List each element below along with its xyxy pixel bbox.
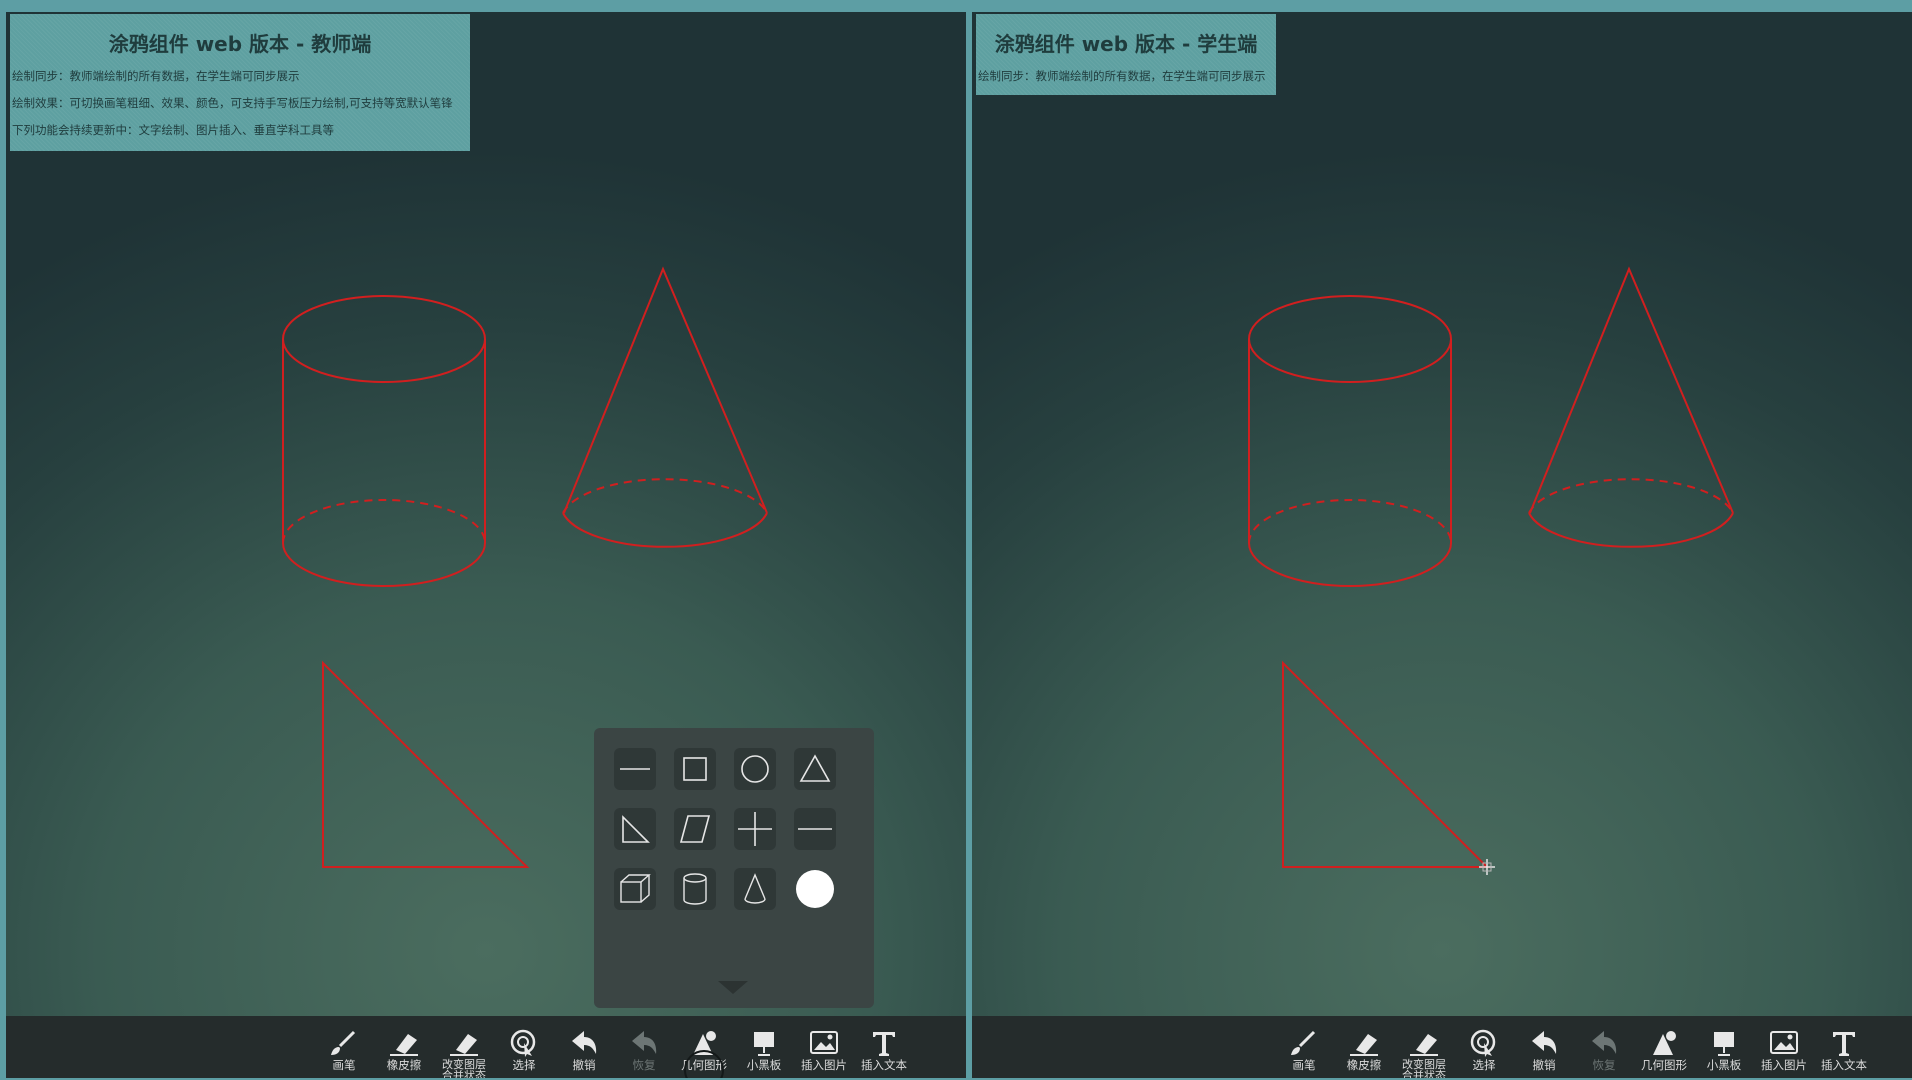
redo-icon [632, 1031, 657, 1054]
student-tool-text[interactable]: 插入文本 [1814, 1028, 1874, 1072]
drawn-right-triangle [322, 660, 530, 868]
shape-parallelogram-button[interactable] [674, 808, 716, 850]
teacher-tool-brush[interactable]: 画笔 [314, 1028, 374, 1072]
teacher-tool-layer-eraser[interactable]: 改变图层 合并状态 [434, 1028, 494, 1078]
tool-label: 小黑板 [1706, 1058, 1742, 1072]
shape-triangle-button[interactable] [794, 748, 836, 790]
shape-sphere-button[interactable] [794, 868, 836, 910]
shape-circle-button[interactable] [734, 748, 776, 790]
shape-axes-button[interactable] [734, 808, 776, 850]
tool-label: 恢复 [1592, 1058, 1616, 1072]
student-tool-redo[interactable]: 恢复 [1574, 1028, 1634, 1072]
student-tool-undo[interactable]: 撤销 [1514, 1028, 1574, 1072]
cylinder-icon [683, 873, 707, 905]
tool-label: 几何图形 [1641, 1058, 1687, 1072]
blackboard-icon [1714, 1032, 1734, 1056]
brush-icon [1291, 1030, 1316, 1055]
teacher-tool-blackboard[interactable]: 小黑板 [734, 1028, 794, 1072]
dash-line-icon [798, 828, 832, 830]
student-tool-image[interactable]: 插入图片 [1754, 1028, 1814, 1072]
undo-icon [572, 1031, 597, 1054]
student-tool-select[interactable]: 选择 [1454, 1028, 1514, 1072]
shape-right-triangle-button[interactable] [614, 808, 656, 850]
shape-rectangle-button[interactable] [674, 748, 716, 790]
tool-label: 小黑板 [746, 1058, 782, 1072]
shape-cylinder-button[interactable] [674, 868, 716, 910]
shape-cone-button[interactable] [734, 868, 776, 910]
teacher-tool-image[interactable]: 插入图片 [794, 1028, 854, 1072]
teacher-tool-select[interactable]: 选择 [494, 1028, 554, 1072]
tool-label: 插入图片 [801, 1058, 847, 1072]
drawn-cylinder [1248, 295, 1452, 587]
collapse-caret-icon[interactable] [718, 981, 748, 994]
tool-label: 撤销 [1532, 1058, 1556, 1072]
teacher-tool-geometry[interactable]: 几何图形 [674, 1028, 734, 1078]
layer-eraser-icon [450, 1034, 478, 1056]
triangle-icon [799, 754, 831, 782]
shape-dash-line-button[interactable] [794, 808, 836, 850]
tool-label: 插入图片 [1761, 1058, 1807, 1072]
tool-label: 橡皮擦 [386, 1058, 422, 1072]
tool-label: 插入文本 [1821, 1058, 1867, 1072]
circle-icon [741, 755, 769, 783]
shape-line-button[interactable] [614, 748, 656, 790]
tool-label: 恢复 [632, 1058, 656, 1072]
student-tool-eraser[interactable]: 橡皮擦 [1334, 1028, 1394, 1072]
tool-label: 改变图层 合并状态 [1402, 1058, 1446, 1078]
tool-label: 画笔 [332, 1058, 356, 1072]
text-icon [873, 1032, 895, 1056]
student-tool-layer-eraser[interactable]: 改变图层 合并状态 [1394, 1028, 1454, 1078]
tool-label: 改变图层 合并状态 [442, 1058, 486, 1078]
drawn-right-triangle [1282, 660, 1490, 868]
teacher-toolbar: 画笔 橡皮擦 改变图层 合并状态 选择 撤销 恢复 几何图形 小黑板 插入图片 … [6, 1016, 966, 1078]
cube-icon [620, 874, 651, 903]
image-icon [810, 1031, 838, 1054]
undo-icon [1532, 1031, 1557, 1054]
tool-label: 画笔 [1292, 1058, 1316, 1072]
parallelogram-icon [679, 815, 711, 843]
right-triangle-icon [622, 815, 650, 843]
shape-cube-button[interactable] [614, 868, 656, 910]
teacher-tool-eraser[interactable]: 橡皮擦 [374, 1028, 434, 1072]
student-board[interactable]: 涂鸦组件 web 版本 - 学生端 绘制同步：教师端绘制的所有数据，在学生端可同… [972, 12, 1912, 1078]
sphere-icon [796, 870, 834, 908]
layer-eraser-icon [1410, 1034, 1438, 1056]
redo-icon [1592, 1031, 1617, 1054]
drawn-cone [562, 266, 768, 548]
geometry-icon [1653, 1031, 1676, 1055]
cone-icon [744, 873, 766, 904]
tool-label: 橡皮擦 [1346, 1058, 1382, 1072]
teacher-tool-undo[interactable]: 撤销 [554, 1028, 614, 1072]
teacher-board[interactable]: 涂鸦组件 web 版本 - 教师端 绘制同步：教师端绘制的所有数据，在学生端可同… [6, 12, 966, 1078]
select-icon [1470, 1029, 1496, 1057]
geometry-shape-panel [594, 728, 874, 1008]
axes-icon [738, 812, 772, 846]
tool-label: 选择 [512, 1058, 536, 1072]
text-icon [1833, 1032, 1855, 1056]
student-tool-geometry[interactable]: 几何图形 [1634, 1028, 1694, 1072]
drawn-cylinder [282, 295, 486, 587]
eraser-icon [390, 1034, 418, 1056]
student-drawing-canvas[interactable] [972, 12, 1912, 1078]
rectangle-icon [683, 757, 707, 781]
blackboard-icon [754, 1032, 774, 1056]
tool-label: 插入文本 [861, 1058, 907, 1072]
image-icon [1770, 1031, 1798, 1054]
teacher-tool-text[interactable]: 插入文本 [854, 1028, 914, 1072]
student-tool-brush[interactable]: 画笔 [1274, 1028, 1334, 1072]
student-toolbar: 画笔 橡皮擦 改变图层 合并状态 选择 撤销 恢复 几何图形 小黑板 插入图片 … [972, 1016, 1912, 1078]
tool-label: 选择 [1472, 1058, 1496, 1072]
brush-icon [331, 1030, 356, 1055]
line-icon [620, 768, 650, 770]
drawn-cone [1528, 266, 1734, 548]
tool-label: 撤销 [572, 1058, 596, 1072]
student-tool-blackboard[interactable]: 小黑板 [1694, 1028, 1754, 1072]
select-icon [510, 1029, 536, 1057]
teacher-tool-redo[interactable]: 恢复 [614, 1028, 674, 1072]
eraser-icon [1350, 1034, 1378, 1056]
